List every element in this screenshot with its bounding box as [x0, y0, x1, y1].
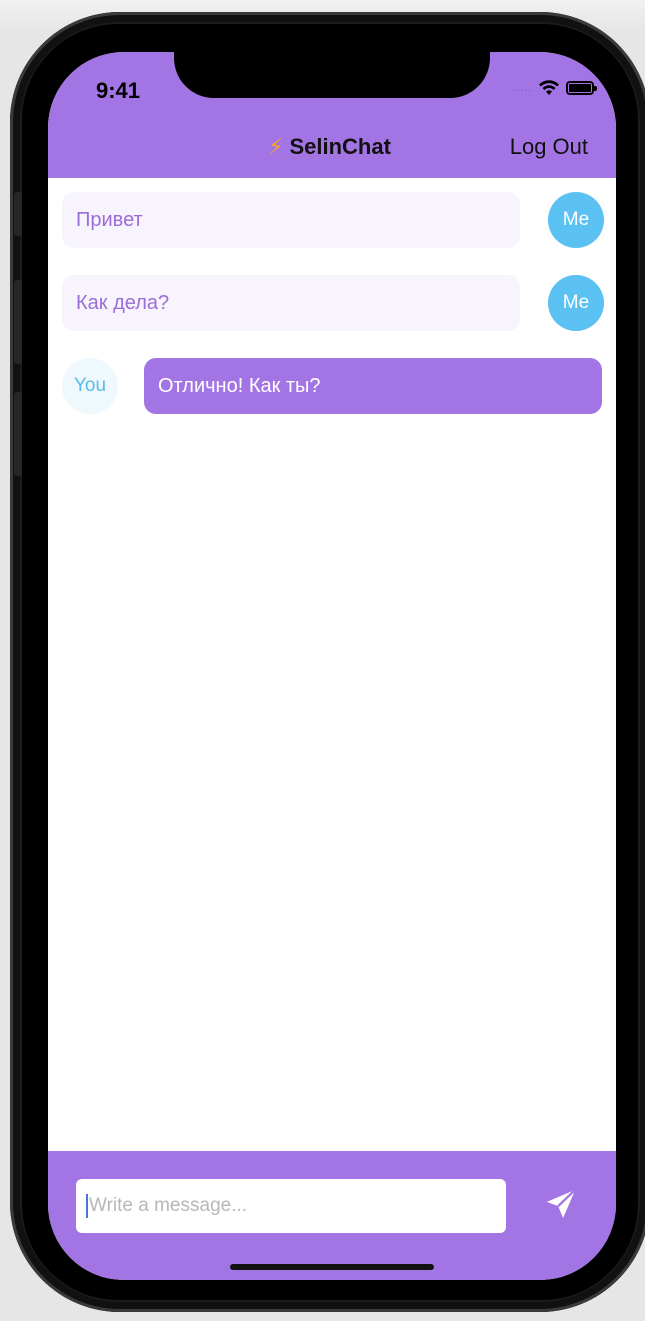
message-input-placeholder: Write a message...: [89, 1195, 248, 1216]
avatar-you: You: [62, 358, 118, 414]
mute-switch: [14, 192, 22, 236]
signal-icon: .....: [513, 82, 532, 94]
status-time: 9:41: [96, 78, 141, 103]
volume-up-button: [14, 280, 22, 364]
message-row: Привет Me: [62, 192, 604, 248]
logout-button[interactable]: Log Out: [510, 134, 588, 160]
message-row: You Отлично! Как ты?: [62, 358, 602, 414]
notch: [174, 52, 490, 98]
message-bubble-you: Отлично! Как ты?: [144, 358, 602, 414]
message-row: Как дела? Me: [62, 275, 604, 331]
app-title-text: SelinChat: [289, 134, 391, 159]
app-header: 9:41 ..... ⚡ SelinChat Log Out: [48, 52, 616, 178]
home-indicator: [230, 1264, 434, 1270]
status-icons: .....: [513, 80, 597, 96]
volume-down-button: [14, 392, 22, 476]
wifi-icon: [539, 80, 559, 95]
avatar-me: Me: [548, 275, 604, 331]
message-composer: Write a message...: [48, 1151, 616, 1280]
lightning-bolt-icon: ⚡: [268, 134, 284, 159]
avatar-me: Me: [548, 192, 604, 248]
message-input[interactable]: Write a message...: [76, 1179, 506, 1233]
phone-screen: 9:41 ..... ⚡ SelinChat Log Out Привет Me…: [48, 52, 616, 1280]
message-bubble-me: Привет: [62, 192, 520, 248]
app-title: ⚡ SelinChat: [268, 134, 391, 160]
message-list[interactable]: Привет Me Как дела? Me You Отлично! Как …: [48, 178, 616, 1154]
send-icon[interactable]: [544, 1187, 578, 1221]
message-bubble-me: Как дела?: [62, 275, 520, 331]
battery-icon: [566, 81, 597, 95]
text-caret: [86, 1194, 88, 1218]
